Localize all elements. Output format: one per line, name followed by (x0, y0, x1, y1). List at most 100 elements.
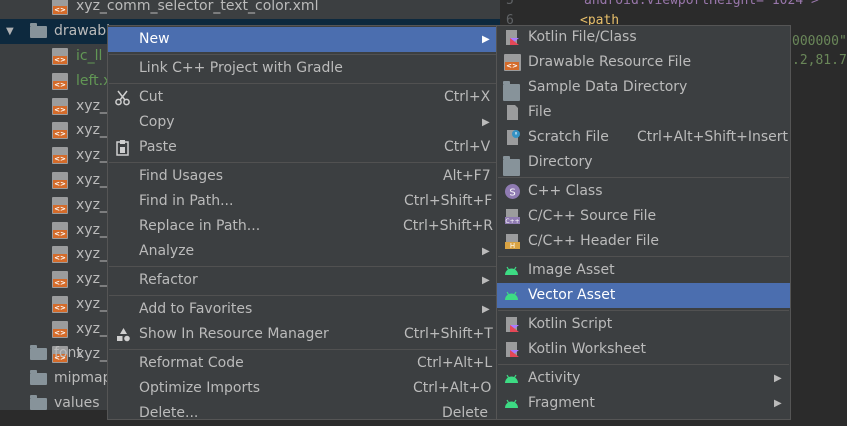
submenu-arrow-icon: ▶ (482, 117, 490, 128)
menu-item-label: Find Usages (139, 168, 224, 184)
submenu-item-fragment[interactable]: Fragment ▶ (497, 391, 790, 416)
android-icon (503, 395, 520, 412)
xml-file-icon (52, 221, 68, 239)
svg-text:C++: C++ (505, 218, 519, 225)
menu-separator (498, 364, 789, 365)
xml-file-icon (52, 97, 68, 115)
tree-row-label: xyz_comm_selector_text_color.xml (76, 0, 319, 14)
menu-item-label: Cut (139, 89, 164, 105)
menu-item-reformat[interactable]: Reformat Code Ctrl+Alt+L (108, 351, 497, 376)
kotlin-file-icon (504, 29, 521, 46)
line-number: 5 (506, 0, 514, 8)
menu-item-label: C++ Class (528, 183, 603, 199)
submenu-item-cpp-class[interactable]: S C++ Class (497, 179, 790, 204)
menu-item-show-resource-manager[interactable]: Show In Resource Manager Ctrl+Shift+T (108, 322, 497, 347)
submenu-item-image-asset[interactable]: Image Asset (497, 258, 790, 283)
menu-separator (109, 266, 496, 267)
tree-row-label: ic_ll (76, 48, 103, 64)
menu-item-label: Activity (528, 370, 581, 386)
submenu-item-vector-asset[interactable]: Vector Asset (497, 283, 790, 308)
scratch-file-icon (504, 129, 521, 146)
submenu-item-cpp-header[interactable]: H C/C++ Header File (497, 229, 790, 254)
submenu-item-cpp-source[interactable]: C++ C/C++ Source File (497, 204, 790, 229)
submenu-arrow-icon: ▶ (482, 34, 490, 45)
menu-item-copy[interactable]: Copy ▶ (108, 110, 497, 135)
code-line: android:viewportHeight="1024"> (584, 0, 819, 8)
submenu-arrow-icon: ▶ (774, 398, 782, 409)
xml-file-icon (52, 0, 68, 15)
context-menu: New ▶ Link C++ Project with Gradle Cut C… (107, 25, 498, 421)
folder-icon (30, 395, 47, 410)
submenu-item-kotlin-script[interactable]: Kotlin Script (497, 312, 790, 337)
shortcut-label: Delete (442, 405, 488, 421)
menu-item-replace-in-path[interactable]: Replace in Path... Ctrl+Shift+R (108, 214, 497, 239)
submenu-item-file[interactable]: File (497, 100, 790, 125)
menu-item-label: Add to Favorites (139, 301, 253, 317)
shortcut-label: Ctrl+Shift+F (404, 193, 493, 209)
submenu-item-sample-data[interactable]: Sample Data Directory (497, 75, 790, 101)
folder-icon (30, 23, 47, 38)
menu-item-label: Copy (139, 114, 175, 130)
submenu-item-directory[interactable]: Directory (497, 150, 790, 176)
menu-item-refactor[interactable]: Refactor ▶ (108, 268, 497, 293)
submenu-arrow-icon: ▶ (482, 275, 490, 286)
menu-separator (498, 256, 789, 257)
xml-file-icon (52, 147, 68, 165)
code-line: .2,81.7 (792, 53, 847, 68)
menu-separator (109, 83, 496, 84)
folder-icon (503, 81, 520, 101)
xml-file-icon (52, 246, 68, 264)
menu-item-paste[interactable]: Paste Ctrl+V (108, 135, 497, 160)
file-icon (504, 104, 521, 121)
menu-item-analyze[interactable]: Analyze ▶ (108, 239, 497, 264)
menu-item-label: Kotlin Worksheet (528, 341, 646, 357)
menu-item-label: Analyze (139, 243, 195, 259)
submenu-item-kotlin-worksheet[interactable]: Kotlin Worksheet (497, 337, 790, 362)
tree-row-file[interactable]: xyz_comm_selector_text_color.xml (0, 0, 500, 19)
menu-item-cut[interactable]: Cut Ctrl+X (108, 85, 497, 110)
menu-item-new[interactable]: New ▶ (108, 27, 497, 52)
menu-item-label: Image Asset (528, 262, 615, 278)
shortcut-label: Ctrl+Alt+O (413, 380, 492, 396)
xml-file-icon (52, 72, 68, 90)
menu-item-find-usages[interactable]: Find Usages Alt+F7 (108, 164, 497, 189)
menu-separator (109, 54, 496, 55)
xml-file-icon (504, 54, 521, 71)
tree-row-label: mipmap (54, 370, 112, 386)
menu-item-find-in-path[interactable]: Find in Path... Ctrl+Shift+F (108, 189, 497, 214)
expand-arrow-icon[interactable]: ▼ (6, 19, 14, 44)
submenu-item-kotlin-file[interactable]: Kotlin File/Class (497, 25, 790, 50)
resource-manager-icon (115, 326, 132, 343)
xml-file-icon (52, 320, 68, 338)
xml-file-icon (52, 122, 68, 140)
clipboard-icon (114, 139, 131, 156)
shortcut-label: Alt+F7 (443, 168, 491, 184)
android-icon (503, 262, 520, 279)
menu-item-add-favorites[interactable]: Add to Favorites ▶ (108, 297, 497, 322)
menu-item-label: Reformat Code (139, 355, 244, 371)
menu-item-optimize-imports[interactable]: Optimize Imports Ctrl+Alt+O (108, 376, 497, 401)
menu-item-link-cpp[interactable]: Link C++ Project with Gradle (108, 56, 497, 81)
shortcut-label: Ctrl+X (444, 89, 491, 105)
submenu-item-activity[interactable]: Activity ▶ (497, 366, 790, 391)
menu-item-label: Kotlin File/Class (528, 29, 637, 45)
tree-row-label: values (54, 395, 100, 411)
submenu-item-scratch-file[interactable]: Scratch File Ctrl+Alt+Shift+Insert (497, 125, 790, 150)
menu-item-label: C/C++ Source File (528, 208, 657, 224)
cpp-header-icon: H (504, 233, 521, 250)
submenu-item-drawable-resource[interactable]: Drawable Resource File (497, 50, 790, 75)
shortcut-label: Ctrl+Shift+R (403, 218, 493, 234)
menu-item-label: Drawable Resource File (528, 54, 692, 70)
shortcut-label: Ctrl+V (444, 139, 491, 155)
folder-icon (30, 370, 47, 385)
kotlin-worksheet-icon (504, 341, 521, 358)
shortcut-label: Ctrl+Alt+L (417, 355, 493, 371)
new-submenu: Kotlin File/Class Drawable Resource File… (496, 25, 791, 420)
shortcut-label: Ctrl+Shift+T (404, 326, 493, 342)
menu-item-label: Fragment (528, 395, 595, 411)
menu-item-label: Refactor (139, 272, 198, 288)
menu-item-label: File (528, 104, 552, 120)
cpp-source-icon: C++ (504, 208, 521, 225)
menu-item-delete[interactable]: Delete... Delete (108, 401, 497, 426)
xml-file-icon (52, 271, 68, 289)
